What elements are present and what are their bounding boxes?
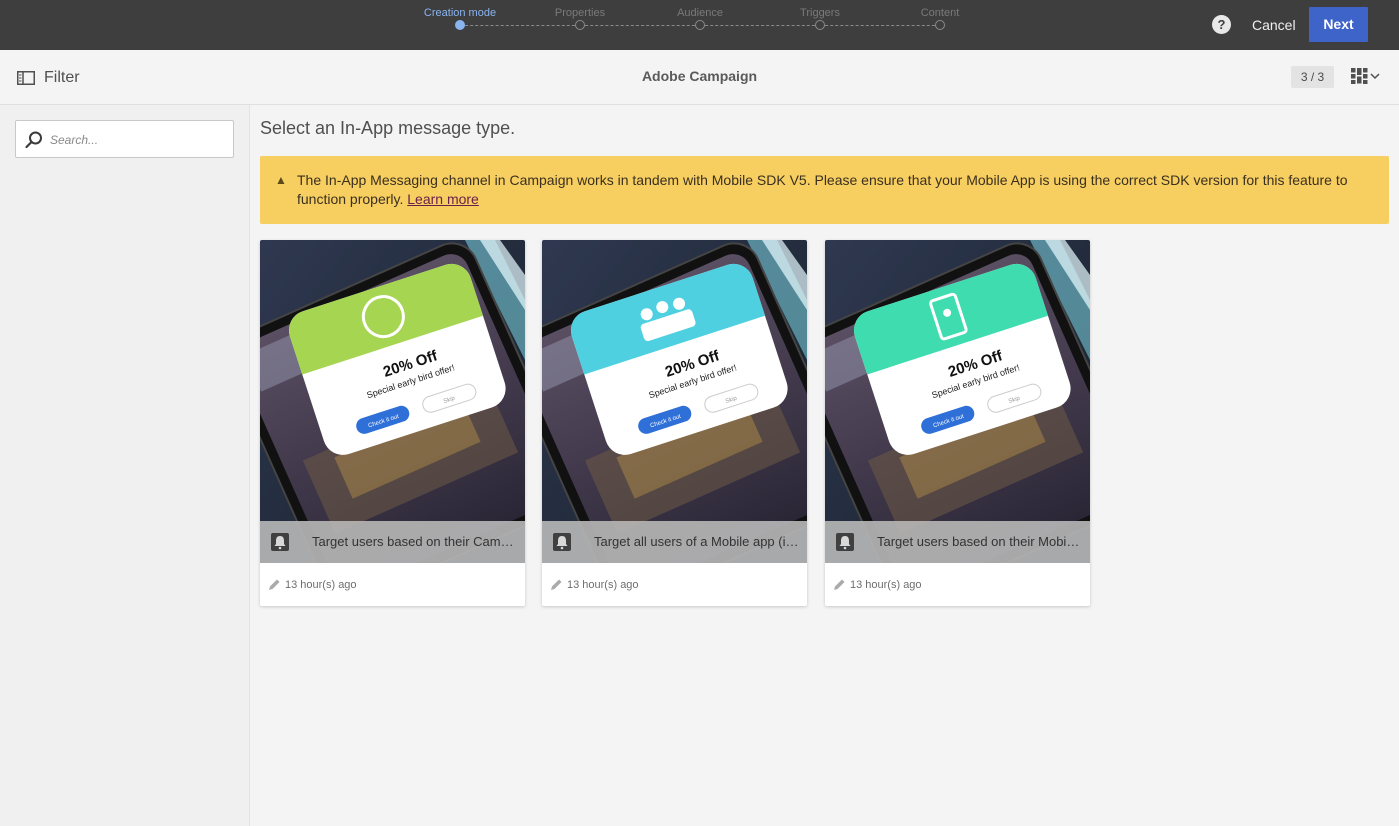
- card-modified-time: 13 hour(s) ago: [850, 578, 922, 591]
- chevron-down-icon: [1370, 72, 1380, 79]
- search-icon: [25, 131, 42, 149]
- learn-more-link[interactable]: Learn more: [407, 191, 479, 207]
- step-content[interactable]: Content: [921, 7, 960, 19]
- card-meta: 13 hour(s) ago: [550, 578, 639, 591]
- page-header: Filter Adobe Campaign 3 / 3: [0, 50, 1399, 105]
- grid-view-icon: [1351, 68, 1368, 84]
- card-meta: 13 hour(s) ago: [268, 578, 357, 591]
- card-modified-time: 13 hour(s) ago: [285, 578, 357, 591]
- card-title: Target users based on their Campaign pro…: [312, 534, 517, 549]
- step-dot-content[interactable]: [935, 20, 945, 30]
- step-connector: [460, 25, 580, 26]
- step-connector: [820, 25, 940, 26]
- card-caption: Target all users of a Mobile app (in-app…: [542, 521, 807, 563]
- template-card[interactable]: 20% Off Special early bird offer! Check …: [825, 240, 1090, 606]
- step-connector: [700, 25, 820, 26]
- step-triggers[interactable]: Triggers: [800, 7, 840, 19]
- step-dot-creation-mode[interactable]: [455, 20, 465, 30]
- template-thumbnail: 20% Off Special early bird offer! Check …: [260, 240, 525, 563]
- page-title: Adobe Campaign: [641, 68, 758, 84]
- help-icon[interactable]: ?: [1212, 15, 1231, 34]
- step-dot-properties[interactable]: [575, 20, 585, 30]
- template-thumbnail: 20% Off Special early bird offer! Check …: [542, 240, 807, 563]
- step-audience[interactable]: Audience: [677, 7, 723, 19]
- warning-icon: ▲: [275, 173, 287, 187]
- wizard-bar: Creation mode Properties Audience Trigge…: [0, 0, 1399, 50]
- view-mode-toggle[interactable]: [1351, 68, 1380, 84]
- bell-icon: [271, 533, 289, 551]
- wizard-steps: Creation mode Properties Audience Trigge…: [420, 0, 1000, 50]
- result-counter: 3 / 3: [1291, 66, 1334, 88]
- warning-banner: ▲ The In-App Messaging channel in Campai…: [260, 156, 1389, 224]
- step-creation-mode[interactable]: Creation mode: [424, 7, 496, 19]
- search-box[interactable]: [15, 120, 234, 158]
- step-dot-audience[interactable]: [695, 20, 705, 30]
- filter-sidebar: [0, 105, 250, 826]
- card-meta: 13 hour(s) ago: [833, 578, 922, 591]
- pencil-icon: [834, 579, 845, 590]
- step-connector: [580, 25, 700, 26]
- card-caption: Target users based on their Campaign pro…: [260, 521, 525, 563]
- next-button[interactable]: Next: [1309, 7, 1368, 42]
- card-caption: Target users based on their Mobile profi…: [825, 521, 1090, 563]
- card-modified-time: 13 hour(s) ago: [567, 578, 639, 591]
- main-heading: Select an In-App message type.: [260, 118, 516, 138]
- cancel-button[interactable]: Cancel: [1246, 12, 1302, 38]
- template-card[interactable]: 20% Off Special early bird offer! Check …: [542, 240, 807, 606]
- bell-icon: [553, 533, 571, 551]
- template-card[interactable]: 20% Off Special early bird offer! Check …: [260, 240, 525, 606]
- search-input[interactable]: [50, 129, 225, 151]
- template-thumbnail: 20% Off Special early bird offer! Check …: [825, 240, 1090, 563]
- pencil-icon: [551, 579, 562, 590]
- pencil-icon: [269, 579, 280, 590]
- step-dot-triggers[interactable]: [815, 20, 825, 30]
- bell-icon: [836, 533, 854, 551]
- warning-text: The In-App Messaging channel in Campaign…: [297, 171, 1377, 209]
- card-title: Target users based on their Mobile profi…: [877, 534, 1082, 549]
- card-title: Target all users of a Mobile app (in-app…: [594, 534, 799, 549]
- step-properties[interactable]: Properties: [555, 7, 605, 19]
